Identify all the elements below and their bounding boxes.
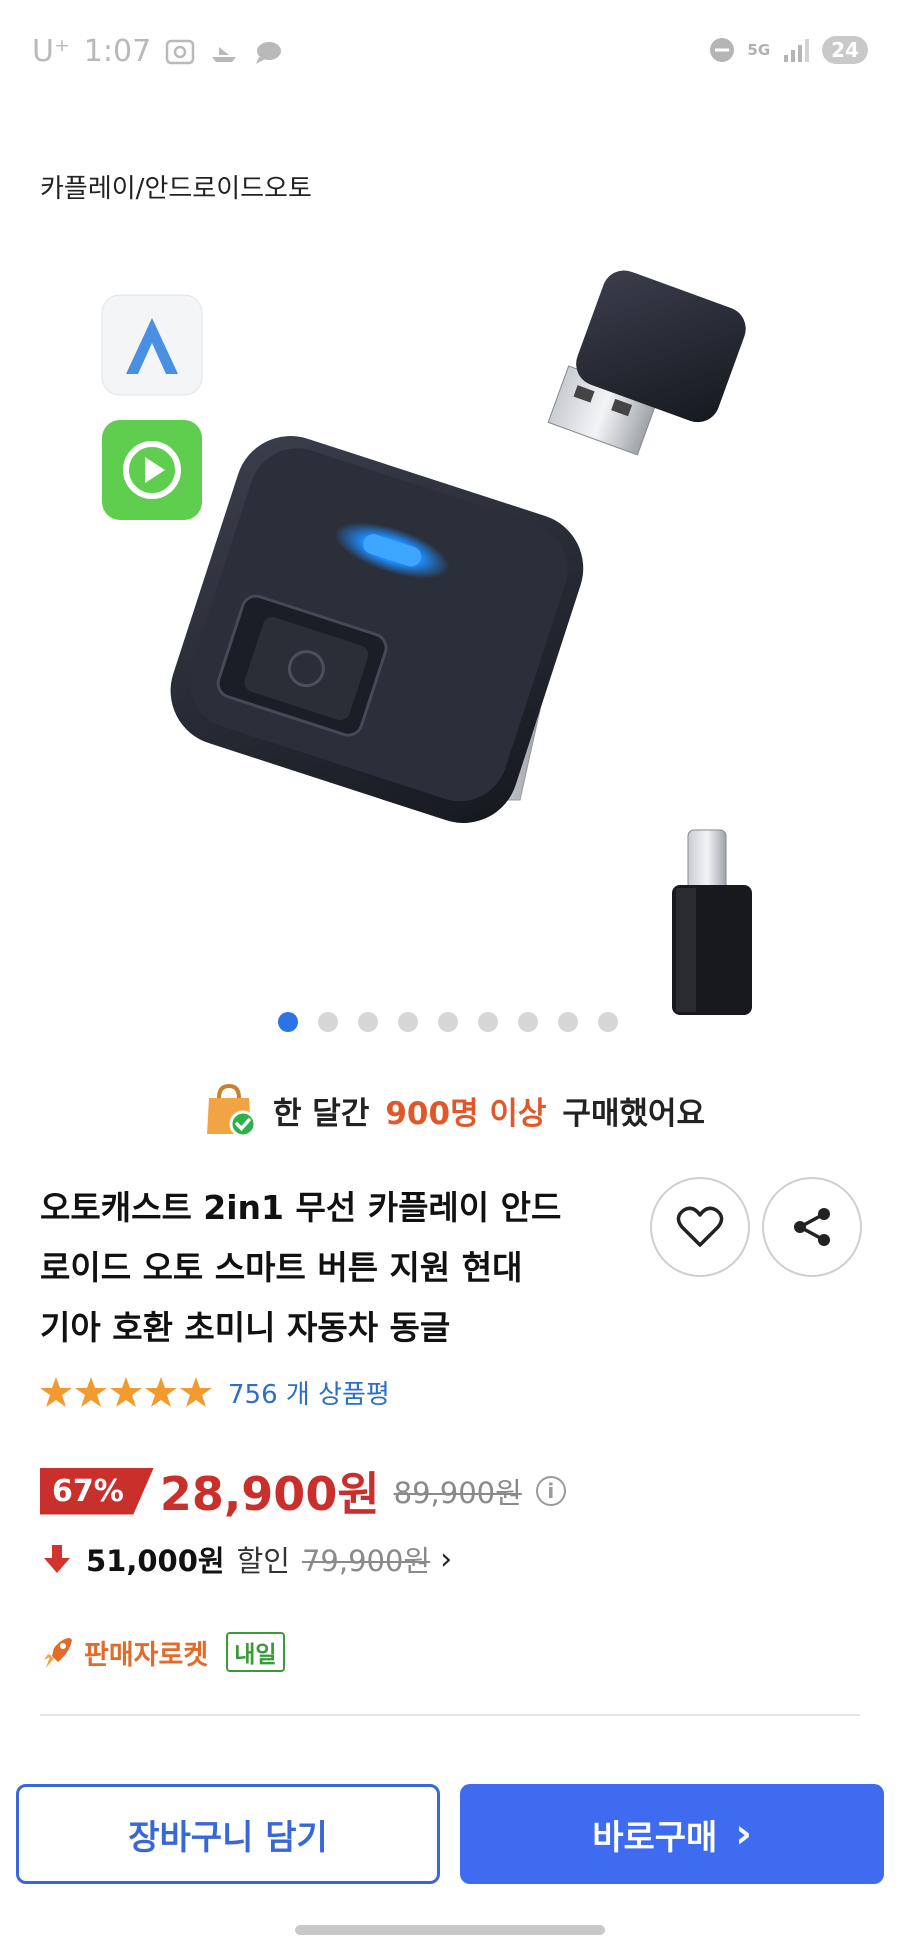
delivery-badge: 판매자로켓 내일 <box>40 1632 285 1672</box>
usb-c-adapter-image <box>672 829 752 1015</box>
coupon-discount-label: 할인 <box>236 1544 290 1578</box>
heart-icon <box>676 1206 724 1247</box>
carplay-logo-icon <box>102 420 202 520</box>
carousel-pagination[interactable] <box>278 1012 618 1032</box>
carousel-dot-6[interactable] <box>478 1012 498 1032</box>
shopping-bag-check-icon <box>207 1083 257 1138</box>
purchase-highlight: 900명 이상 <box>385 1095 547 1132</box>
add-to-cart-button[interactable]: 장바구니 담기 <box>16 1784 440 1884</box>
discount-badge: 67% <box>40 1467 154 1515</box>
wishlist-button[interactable] <box>650 1177 750 1277</box>
buy-now-label: 바로구매 <box>592 1817 718 1858</box>
share-button[interactable] <box>762 1177 862 1277</box>
price-row: 67% 28,900원 89,900원 i <box>40 1458 566 1524</box>
product-title: 오토캐스트 2in1 무선 카플레이 안드 로이드 오토 스마트 버튼 지원 현… <box>40 1178 620 1358</box>
product-title-line-1: 오토캐스트 2in1 무선 카플레이 안드 <box>40 1188 562 1227</box>
screenshot-notification-icon <box>165 39 195 64</box>
chat-notification-icon <box>256 41 282 64</box>
coupon-compare-price: 79,900원 <box>301 1544 431 1578</box>
clock: 1:07 <box>83 34 152 69</box>
product-title-line-3: 기아 호환 초미니 자동차 동글 <box>40 1308 451 1347</box>
price-info-icon[interactable]: i <box>535 1476 566 1506</box>
product-title-line-2: 로이드 오토 스마트 버튼 지원 현대 <box>40 1248 523 1287</box>
battery-indicator: 24 <box>822 36 868 64</box>
usb-dongle-small-image <box>547 270 746 456</box>
network-label: 5G <box>747 41 771 59</box>
status-bar-left: U⁺ 1:07 <box>32 34 283 69</box>
original-price: 89,900원 <box>393 1476 522 1510</box>
carousel-dot-2[interactable] <box>318 1012 338 1032</box>
android-auto-logo-icon <box>101 294 203 396</box>
purchase-suffix: 구매했어요 <box>562 1095 706 1132</box>
boat-notification-icon <box>212 46 237 62</box>
carousel-dot-1[interactable] <box>278 1012 298 1032</box>
rocket-icon <box>44 1638 72 1668</box>
carousel-dot-9[interactable] <box>598 1012 618 1032</box>
product-image-carousel[interactable] <box>0 240 900 1020</box>
carousel-dot-4[interactable] <box>398 1012 418 1032</box>
star-rating-icon <box>40 1376 212 1407</box>
buy-now-button[interactable]: 바로구매 › <box>460 1784 884 1884</box>
chevron-right-icon: › <box>735 1811 752 1857</box>
delivery-tomorrow-tag: 내일 <box>226 1632 285 1672</box>
carrier-label: U⁺ <box>32 34 70 69</box>
do-not-disturb-icon <box>710 38 735 62</box>
delivery-label: 판매자로켓 <box>84 1639 209 1671</box>
carousel-dot-8[interactable] <box>558 1012 578 1032</box>
purchase-count-banner: 한 달간 900명 이상 구매했어요 <box>205 1082 705 1138</box>
carousel-dot-5[interactable] <box>438 1012 458 1032</box>
home-indicator[interactable] <box>295 1925 605 1935</box>
chevron-right-icon: › <box>440 1541 453 1577</box>
review-count-link[interactable]: 756 개 상품평 <box>228 1374 390 1411</box>
product-image <box>101 270 752 1015</box>
carousel-dot-7[interactable] <box>518 1012 538 1032</box>
sale-price: 28,900원 <box>159 1467 380 1521</box>
status-bar-right: 5G 24 <box>709 36 868 64</box>
purchase-prefix: 한 달간 <box>273 1095 370 1132</box>
category-breadcrumb[interactable]: 카플레이/안드로이드오토 <box>40 168 312 205</box>
coupon-discount-row[interactable]: 51,000원 할인 79,900원 › <box>42 1538 452 1580</box>
down-arrow-icon <box>44 1545 70 1573</box>
usb-dongle-main-image <box>170 436 584 823</box>
rating-row[interactable]: 756 개 상품평 <box>40 1374 390 1411</box>
coupon-discount-amount: 51,000원 <box>86 1544 225 1578</box>
divider <box>40 1714 860 1716</box>
carousel-dot-3[interactable] <box>358 1012 378 1032</box>
signal-icon <box>784 39 810 62</box>
share-icon <box>794 1208 830 1246</box>
